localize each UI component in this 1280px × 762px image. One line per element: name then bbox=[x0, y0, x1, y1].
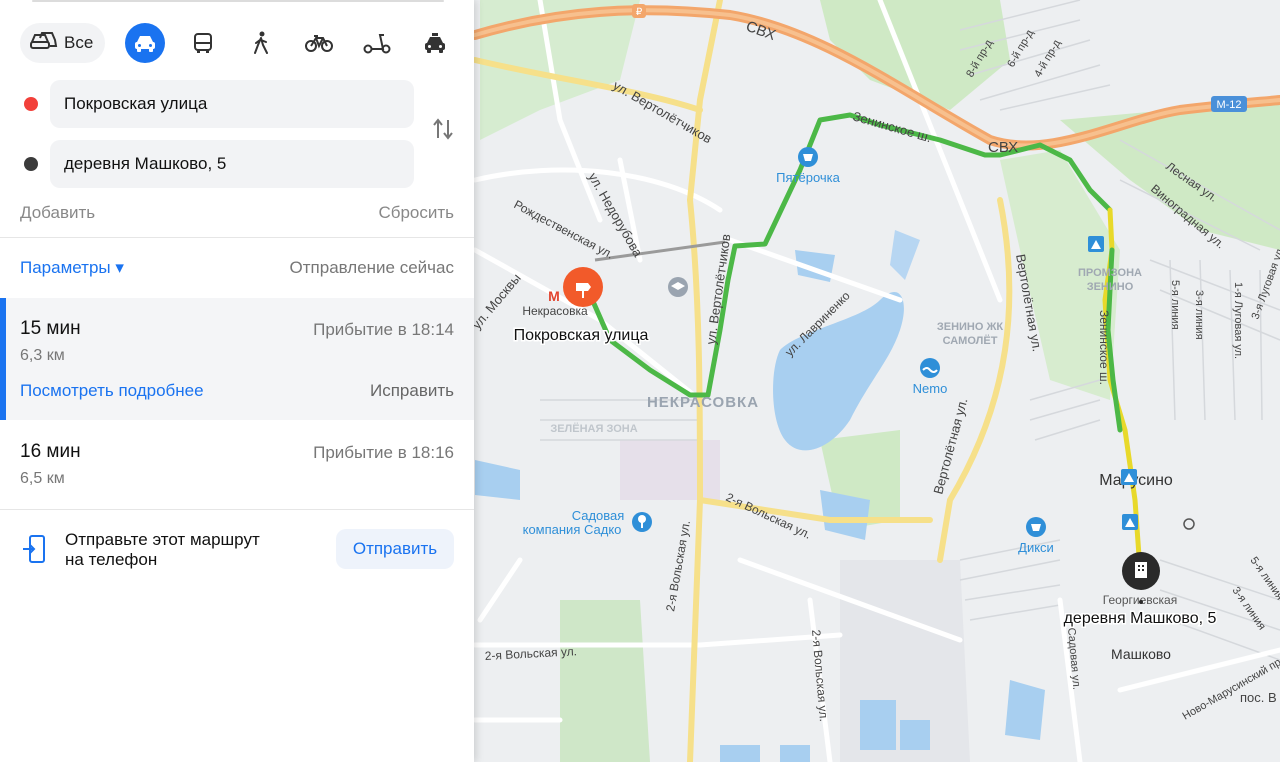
from-input[interactable] bbox=[64, 80, 414, 128]
mode-walk-button[interactable] bbox=[241, 23, 281, 63]
district-label-zenino-line2: САМОЛЁТ bbox=[943, 334, 998, 347]
transport-modes: Все bbox=[20, 22, 455, 64]
add-point-link[interactable]: Добавить bbox=[20, 203, 95, 223]
end-point-dot-icon bbox=[24, 157, 38, 171]
garden-icon[interactable] bbox=[632, 512, 652, 532]
shop-icon[interactable] bbox=[798, 147, 818, 167]
education-icon[interactable] bbox=[668, 277, 688, 297]
bike-icon bbox=[305, 35, 334, 52]
poi-label-diksi: Дикси bbox=[1018, 540, 1054, 555]
from-field[interactable] bbox=[50, 80, 414, 128]
svg-text:М-12: М-12 bbox=[1216, 99, 1241, 111]
route-distance: 6,3 км bbox=[20, 347, 65, 364]
zone-label: ЗЕЛЁНАЯ ЗОНА bbox=[550, 422, 637, 435]
road-label-svh: СВХ bbox=[988, 139, 1018, 156]
send-button[interactable]: Отправить bbox=[336, 529, 454, 569]
poi-label-nemo: Nemo bbox=[913, 381, 948, 396]
route-arrival: Прибытие в 18:14 bbox=[313, 320, 454, 339]
park-area bbox=[560, 600, 650, 762]
send-to-phone: Отправьте этот маршрут на телефон Отправ… bbox=[0, 510, 474, 590]
start-point-dot-icon bbox=[24, 97, 38, 111]
route-distance: 6,5 км bbox=[20, 470, 65, 487]
bus-stop-icon[interactable] bbox=[1088, 236, 1104, 252]
road-label-liniya: 5-я линия bbox=[1169, 280, 1181, 330]
mode-bike-button[interactable] bbox=[299, 23, 339, 63]
village-label-mashkovo: Машково bbox=[1111, 646, 1171, 662]
route-option-1[interactable]: 15 мин Прибытие в 18:14 6,3 км Посмотрет… bbox=[0, 298, 474, 420]
mode-all-label: Все bbox=[64, 33, 94, 52]
shop-icon[interactable] bbox=[1026, 517, 1046, 537]
zone-area bbox=[620, 440, 720, 500]
road-label-liniya: 3-я линия bbox=[1193, 290, 1205, 340]
route-duration: 16 мин bbox=[20, 441, 81, 462]
to-input[interactable] bbox=[64, 140, 414, 188]
metro-icon: M bbox=[548, 288, 560, 304]
taxi-icon bbox=[425, 33, 446, 53]
road-label-pos: пос. В bbox=[1240, 690, 1277, 705]
end-point-label: деревня Машково, 5 bbox=[1064, 610, 1217, 627]
poi-label-sadko-line2: компания Садко bbox=[523, 522, 622, 537]
mode-taxi-button[interactable] bbox=[415, 23, 455, 63]
divider bbox=[0, 237, 474, 238]
departure-time-link[interactable]: Отправление сейчас bbox=[290, 258, 454, 278]
form-actions: Добавить Сбросить bbox=[20, 203, 454, 223]
road-label-lugovaya: 1-я Луговая ул. bbox=[1232, 282, 1244, 359]
district-label-nekrasovka: НЕКРАСОВКА bbox=[647, 394, 759, 411]
bus-icon bbox=[194, 33, 213, 53]
to-field[interactable] bbox=[50, 140, 414, 188]
route-fix-link[interactable]: Исправить bbox=[370, 381, 454, 401]
route-panel: Все Покровская улица деревня Машково, 5 … bbox=[0, 0, 474, 762]
bus-stop-icon[interactable] bbox=[1122, 514, 1138, 530]
route-option-2[interactable]: 16 мин Прибытие в 18:16 6,5 км bbox=[0, 421, 474, 509]
swap-points-button[interactable] bbox=[431, 116, 455, 142]
bus-stop-icon[interactable] bbox=[1121, 469, 1137, 485]
swim-icon[interactable] bbox=[920, 358, 940, 378]
route-details-link[interactable]: Посмотреть подробнее bbox=[20, 381, 204, 401]
poi-label-pyaterochka: Пятёрочка bbox=[776, 170, 840, 185]
district-label-zenino-line1: ЗЕНИНО ЖК bbox=[937, 321, 1004, 333]
fuel-icon: ₽ bbox=[632, 4, 646, 18]
mode-all-button[interactable]: Все bbox=[20, 23, 106, 63]
mode-scooter-button[interactable] bbox=[357, 23, 397, 63]
walk-icon bbox=[254, 31, 269, 54]
district-label-promzona-line2: ЗЕНИНО bbox=[1087, 281, 1134, 293]
scooter-icon bbox=[363, 34, 391, 54]
start-point-label: Покровская улица bbox=[514, 327, 649, 344]
send-text-line1: Отправьте этот маршрут bbox=[65, 530, 260, 549]
car-icon bbox=[135, 36, 156, 52]
district-label-promzona-line1: ПРОМЗОНА bbox=[1078, 267, 1142, 279]
highway-shield-m12: М-12 bbox=[1211, 96, 1247, 112]
swap-arrows-icon bbox=[433, 118, 453, 140]
panel-top-edge bbox=[32, 0, 444, 2]
poi-label-sadko-line1: Садовая bbox=[572, 508, 625, 523]
stop-label-georgievskaya: Георгиевская bbox=[1103, 593, 1177, 607]
phone-send-icon bbox=[22, 535, 46, 568]
params-row: Параметры ▾ Отправление сейчас bbox=[20, 258, 454, 278]
road-label-zeninskoe: Зенинское ш. bbox=[1097, 310, 1111, 385]
mode-car-button[interactable] bbox=[125, 23, 166, 63]
route-duration: 15 мин bbox=[20, 318, 81, 339]
send-to-phone-text: Отправьте этот маршрут на телефон bbox=[65, 530, 305, 570]
reset-link[interactable]: Сбросить bbox=[378, 203, 454, 223]
send-text-line2: на телефон bbox=[65, 550, 158, 569]
svg-text:₽: ₽ bbox=[636, 7, 643, 18]
selected-indicator bbox=[0, 298, 6, 420]
svg-text:M: M bbox=[548, 288, 560, 304]
cars-icon bbox=[30, 30, 58, 57]
params-dropdown[interactable]: Параметры ▾ bbox=[20, 258, 124, 278]
mode-bus-button[interactable] bbox=[183, 23, 223, 63]
route-arrival: Прибытие в 18:16 bbox=[313, 443, 454, 462]
pond bbox=[1005, 680, 1045, 740]
start-pin-icon[interactable] bbox=[563, 267, 603, 307]
